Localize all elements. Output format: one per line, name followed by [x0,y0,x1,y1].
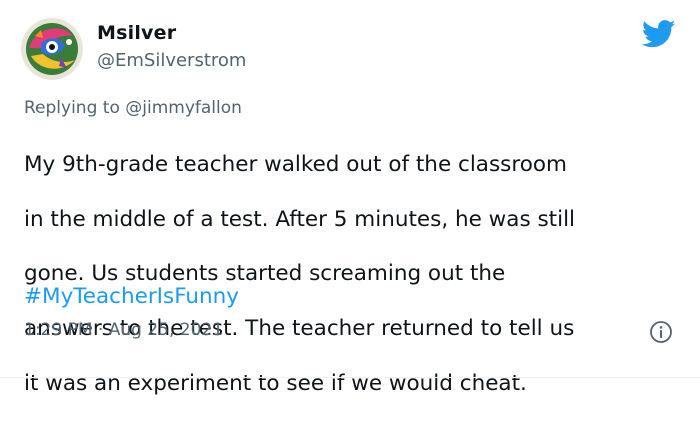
tweet-text-line: it was an experiment to see if we would … [24,370,527,396]
avatar[interactable] [21,18,83,80]
info-icon[interactable] [649,320,673,344]
avatar-image [21,18,83,80]
replying-to-line: Replying to @jimmyfallon [24,98,242,118]
tweet-timestamp[interactable]: 1:29 PM · Aug 25, 2021 [24,320,223,340]
reply-prefix: Replying to [24,98,126,118]
user-handle[interactable]: @EmSilverstrom [97,50,246,71]
tweet-body: My 9th-grade teacher walked out of the c… [24,124,688,424]
tweet-text-line: My 9th-grade teacher walked out of the c… [24,152,567,178]
divider [0,377,700,378]
tweet-text-line: in the middle of a test. After 5 minutes… [24,206,576,232]
display-name[interactable]: Msilver [97,22,176,44]
tweet-card: Msilver @EmSilverstrom Replying to @jimm… [0,0,700,410]
hashtag-link[interactable]: #MyTeacherIsFunny [24,284,239,309]
twitter-bird-icon[interactable] [641,20,676,48]
reply-to-mention-link[interactable]: @jimmyfallon [125,98,242,118]
